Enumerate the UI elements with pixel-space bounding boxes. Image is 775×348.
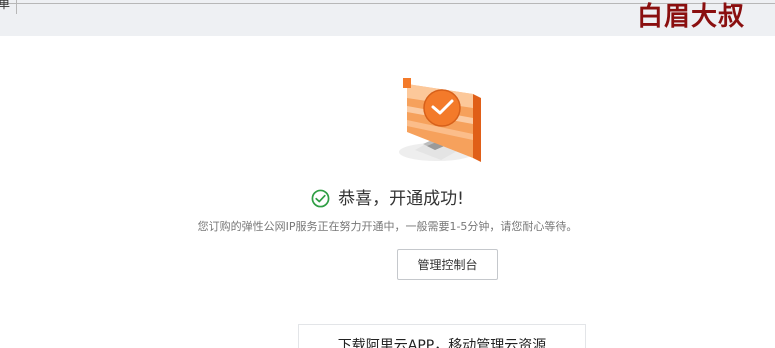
check-circle-icon [311,189,330,216]
app-download-card[interactable]: 下载阿里云APP，移动管理云资源 [298,324,586,348]
watermark-logo: 白眉大叔 [636,2,745,32]
monitor-illustration-svg [399,78,481,162]
success-message-row: 恭喜，开通成功! [0,186,775,216]
illustration-tab [403,78,411,88]
page-root: 单 白眉大叔 恭喜，开通成功! 您订购的弹性公网IP服务正在努力开通中，一般需要… [0,0,775,348]
console-button-label: 管理控制台 [417,258,478,272]
breadcrumb-divider [16,0,17,14]
breadcrumb-item[interactable]: 单 [0,0,10,12]
app-download-text[interactable]: 下载阿里云APP，移动管理云资源 [299,335,585,348]
top-header-bar: 单 白眉大叔 [0,0,775,36]
management-console-button[interactable]: 管理控制台 [397,249,498,280]
illustration-monitor-side [473,94,481,162]
monitor-success-illustration [395,78,495,178]
status-description: 您订购的弹性公网IP服务正在努力开通中，一般需要1-5分钟，请您耐心等待。 [197,220,578,233]
success-title: 恭喜，开通成功! [338,189,464,209]
